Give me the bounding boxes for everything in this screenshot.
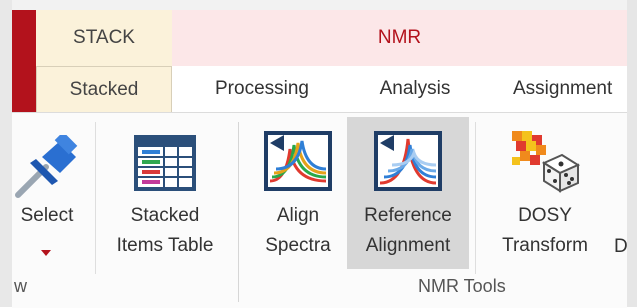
dosy-transform-button[interactable]: DOSY Transform <box>482 117 608 269</box>
tab-processing[interactable]: Processing <box>192 66 332 112</box>
dosy-transform-label-2: Transform <box>502 235 588 256</box>
ribbon-group-separator <box>238 122 239 302</box>
nmr-context-label: NMR <box>377 27 422 48</box>
select-button-label: Select <box>20 205 74 226</box>
tab-stacked[interactable]: Stacked <box>36 66 172 112</box>
stack-context-label: STACK <box>73 27 135 48</box>
pushpin-icon <box>12 131 82 199</box>
table-grid-icon <box>134 135 196 191</box>
next-button-partial[interactable]: D <box>614 232 627 262</box>
align-spectra-icon <box>264 131 332 191</box>
reference-alignment-button[interactable]: Reference Alignment <box>347 117 469 269</box>
dosy-transform-label-1: DOSY <box>518 205 572 226</box>
select-button[interactable]: Select <box>12 117 82 269</box>
stacked-items-table-button[interactable]: Stacked Items Table <box>100 117 230 269</box>
tab-analysis[interactable]: Analysis <box>360 66 470 112</box>
tab-assignment[interactable]: Assignment <box>513 66 637 112</box>
align-spectra-label-2: Spectra <box>265 235 331 256</box>
ribbon-separator <box>95 122 96 274</box>
stacked-items-label-1: Stacked <box>130 205 200 226</box>
window-left-edge <box>0 0 12 307</box>
align-spectra-button[interactable]: Align Spectra <box>252 117 344 269</box>
reference-alignment-label-2: Alignment <box>365 235 451 256</box>
stacked-items-label-2: Items Table <box>116 235 214 256</box>
window-right-edge <box>627 0 637 307</box>
group-label-nmr-tools: NMR Tools <box>418 276 506 296</box>
window-top-edge <box>0 0 637 10</box>
group-label-partial: w <box>14 276 27 296</box>
reference-alignment-label-1: Reference <box>364 205 452 226</box>
align-spectra-label-1: Align <box>276 205 320 226</box>
chevron-down-icon[interactable] <box>41 250 51 256</box>
dosy-transform-icon <box>510 127 581 193</box>
ribbon-separator <box>475 122 476 274</box>
reference-alignment-icon <box>374 131 442 191</box>
